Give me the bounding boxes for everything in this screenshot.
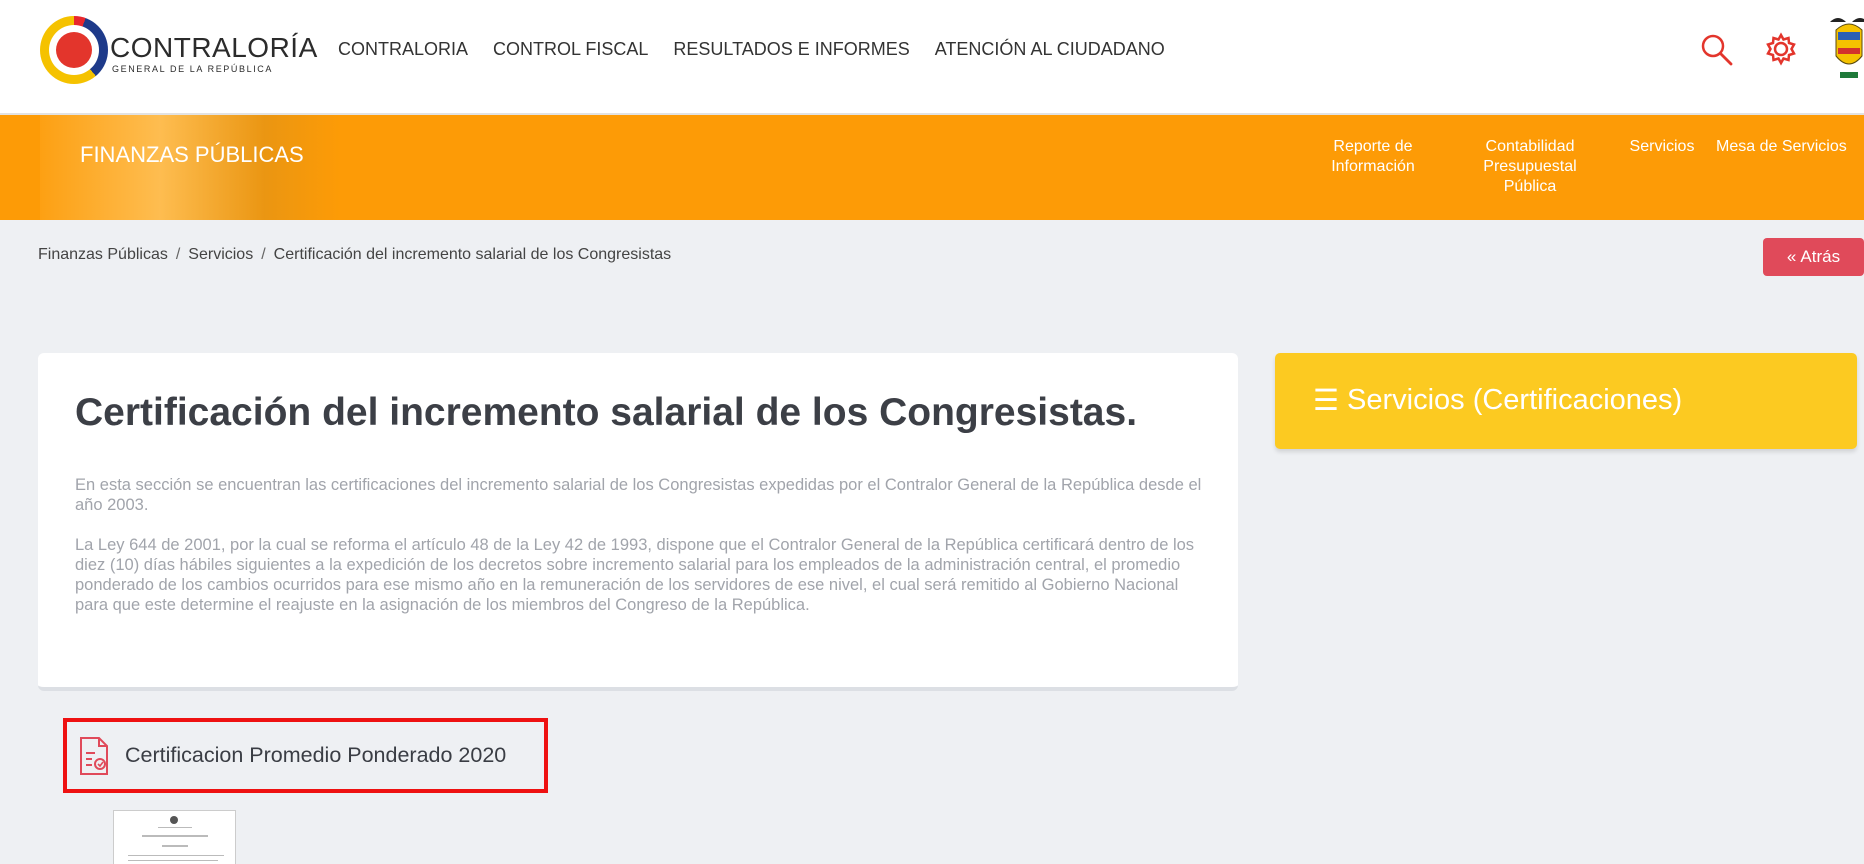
law-paragraph: La Ley 644 de 2001, por la cual se refor… <box>75 536 1195 614</box>
nav-atencion-ciudadano[interactable]: ATENCIÓN AL CIUDADANO <box>935 39 1165 60</box>
page-title: Certificación del incremento salarial de… <box>75 391 1138 434</box>
section-title[interactable]: FINANZAS PÚBLICAS <box>80 142 304 168</box>
thumbnail-seal-icon <box>170 816 178 824</box>
document-icon <box>80 736 108 775</box>
main-nav: CONTRALORIA CONTROL FISCAL RESULTADOS E … <box>338 39 1165 60</box>
nav-resultados-informes[interactable]: RESULTADOS E INFORMES <box>673 39 909 60</box>
search-icon[interactable] <box>1700 33 1734 67</box>
certificate-document-label: Certificacion Promedio Ponderado 2020 <box>125 743 507 767</box>
breadcrumb-item-current: Certificación del incremento salarial de… <box>273 246 672 263</box>
breadcrumb-item-finanzas[interactable]: Finanzas Públicas <box>38 246 168 264</box>
breadcrumb-separator: / <box>175 246 181 263</box>
content-card: Certificación del incremento salarial de… <box>38 353 1238 691</box>
services-sidebar-card[interactable]: ☰ Servicios (Certificaciones) <box>1275 353 1857 449</box>
hamburger-menu-icon: ☰ <box>1313 385 1339 417</box>
back-button[interactable]: « Atrás <box>1763 238 1864 276</box>
gear-icon[interactable] <box>1764 32 1798 66</box>
band-nav-reporte[interactable]: Reporte de Información <box>1308 137 1438 177</box>
certificate-document-link[interactable]: Certificacion Promedio Ponderado 2020 <box>63 718 548 793</box>
contraloria-logo[interactable]: CONTRALORÍA GENERAL DE LA REPÚBLICA <box>40 16 317 84</box>
nav-contraloria[interactable]: CONTRALORIA <box>338 39 468 60</box>
services-sidebar-header: ☰ Servicios (Certificaciones) <box>1313 383 1682 418</box>
band-nav-servicios[interactable]: Servicios <box>1622 137 1702 157</box>
nav-control-fiscal[interactable]: CONTROL FISCAL <box>493 39 648 60</box>
logo-subtitle: GENERAL DE LA REPÚBLICA <box>112 64 274 74</box>
document-thumbnail[interactable] <box>113 810 236 864</box>
site-header: CONTRALORÍA GENERAL DE LA REPÚBLICA CONT… <box>0 0 1864 115</box>
services-sidebar-label: Servicios (Certificaciones) <box>1347 384 1683 416</box>
band-nav-contabilidad[interactable]: Contabilidad Presupuestal Pública <box>1465 137 1595 197</box>
breadcrumb: Finanzas Públicas / Servicios / Certific… <box>38 246 671 264</box>
coat-of-arms-icon <box>1830 18 1864 78</box>
logo-dot-icon <box>56 32 92 68</box>
band-nav-mesa-servicios[interactable]: Mesa de Servicios <box>1716 137 1864 157</box>
breadcrumb-separator: / <box>261 246 266 263</box>
logo-title: CONTRALORÍA <box>110 32 318 63</box>
back-button-label: Atrás <box>1800 247 1841 266</box>
section-band: FINANZAS PÚBLICAS Reporte de Información… <box>0 115 1864 220</box>
intro-paragraph: En esta sección se encuentran las certif… <box>75 476 1202 514</box>
double-chevron-left-icon: « <box>1786 247 1797 266</box>
breadcrumb-item-servicios[interactable]: Servicios <box>188 246 253 264</box>
